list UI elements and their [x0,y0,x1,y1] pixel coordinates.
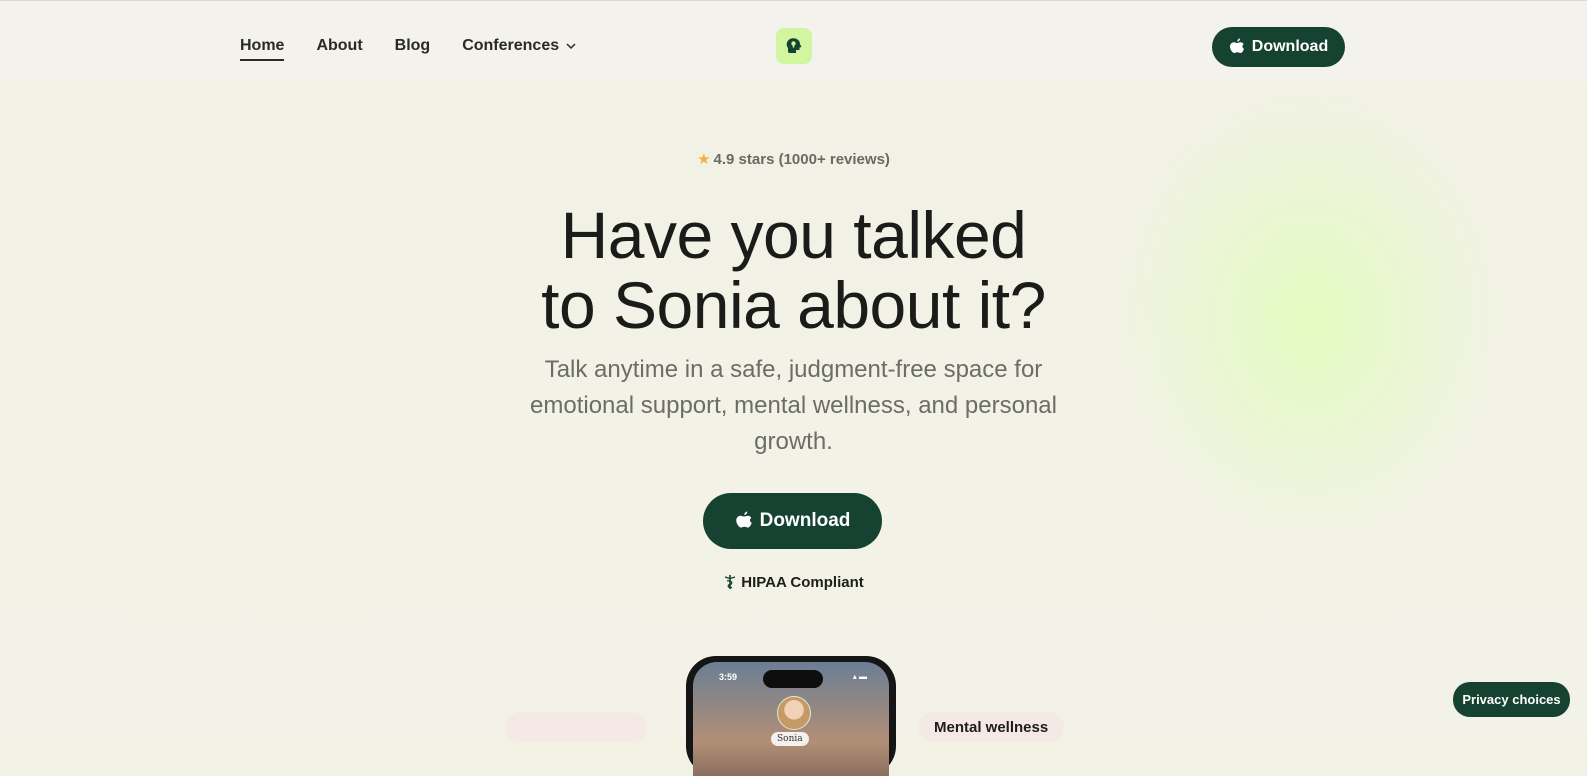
star-icon: ★ [697,151,711,168]
nav-conferences-label: Conferences [462,37,560,54]
nav-home-link[interactable]: Home [240,37,285,61]
hero-download-label: Download [759,510,851,531]
sonia-logo[interactable] [776,28,812,64]
apple-icon [735,511,752,528]
headline-line-2: to Sonia about it? [541,268,1046,342]
rating-text: 4.9 stars (1000+ reviews) [713,151,890,168]
site-header: Home About Blog Conferences Download [0,1,1587,81]
feature-chip-label: Mental wellness [934,718,1049,736]
subheadline-line-1: Talk anytime in a safe, judgment-free sp… [544,356,1043,383]
rating-summary: ★ 4.9 stars (1000+ reviews) [0,150,1587,168]
header-download-label: Download [1251,38,1329,55]
phone-status-icons: ▴ ▬ [852,672,867,681]
caduceus-icon [725,575,736,589]
main-nav: Home About Blog Conferences [240,37,609,61]
phone-mockup: 3:59 ▴ ▬ Sonia [686,656,896,776]
hero-subheadline: Talk anytime in a safe, judgment-free sp… [0,352,1587,460]
hero-download-button[interactable]: Download [703,493,882,549]
privacy-choices-label: Privacy choices [1462,692,1561,707]
contact-name-tag: Sonia [771,732,809,746]
phone-screen: 3:59 ▴ ▬ Sonia [693,662,889,776]
feature-chip-left [505,712,647,742]
hero-headline: Have you talked to Sonia about it? [0,200,1587,340]
headline-line-1: Have you talked [560,198,1027,272]
subheadline-line-2: emotional support, mental wellness, and … [530,392,1057,419]
header-download-button[interactable]: Download [1212,27,1345,67]
feature-chip-mental-wellness: Mental wellness [918,712,1065,742]
privacy-choices-button[interactable]: Privacy choices [1453,682,1570,717]
nav-conferences-dropdown[interactable]: Conferences [462,37,577,61]
nav-blog-link[interactable]: Blog [395,37,431,61]
subheadline-line-3: growth. [754,428,833,455]
hipaa-badge: HIPAA Compliant [0,574,1587,591]
phone-time: 3:59 [719,672,738,682]
dynamic-island [763,670,823,688]
nav-about-link[interactable]: About [316,37,362,61]
head-with-lightbulb-icon [786,38,802,53]
chevron-down-icon [566,43,576,50]
hipaa-label: HIPAA Compliant [741,574,864,591]
apple-icon [1229,38,1244,53]
avatar [777,696,811,730]
